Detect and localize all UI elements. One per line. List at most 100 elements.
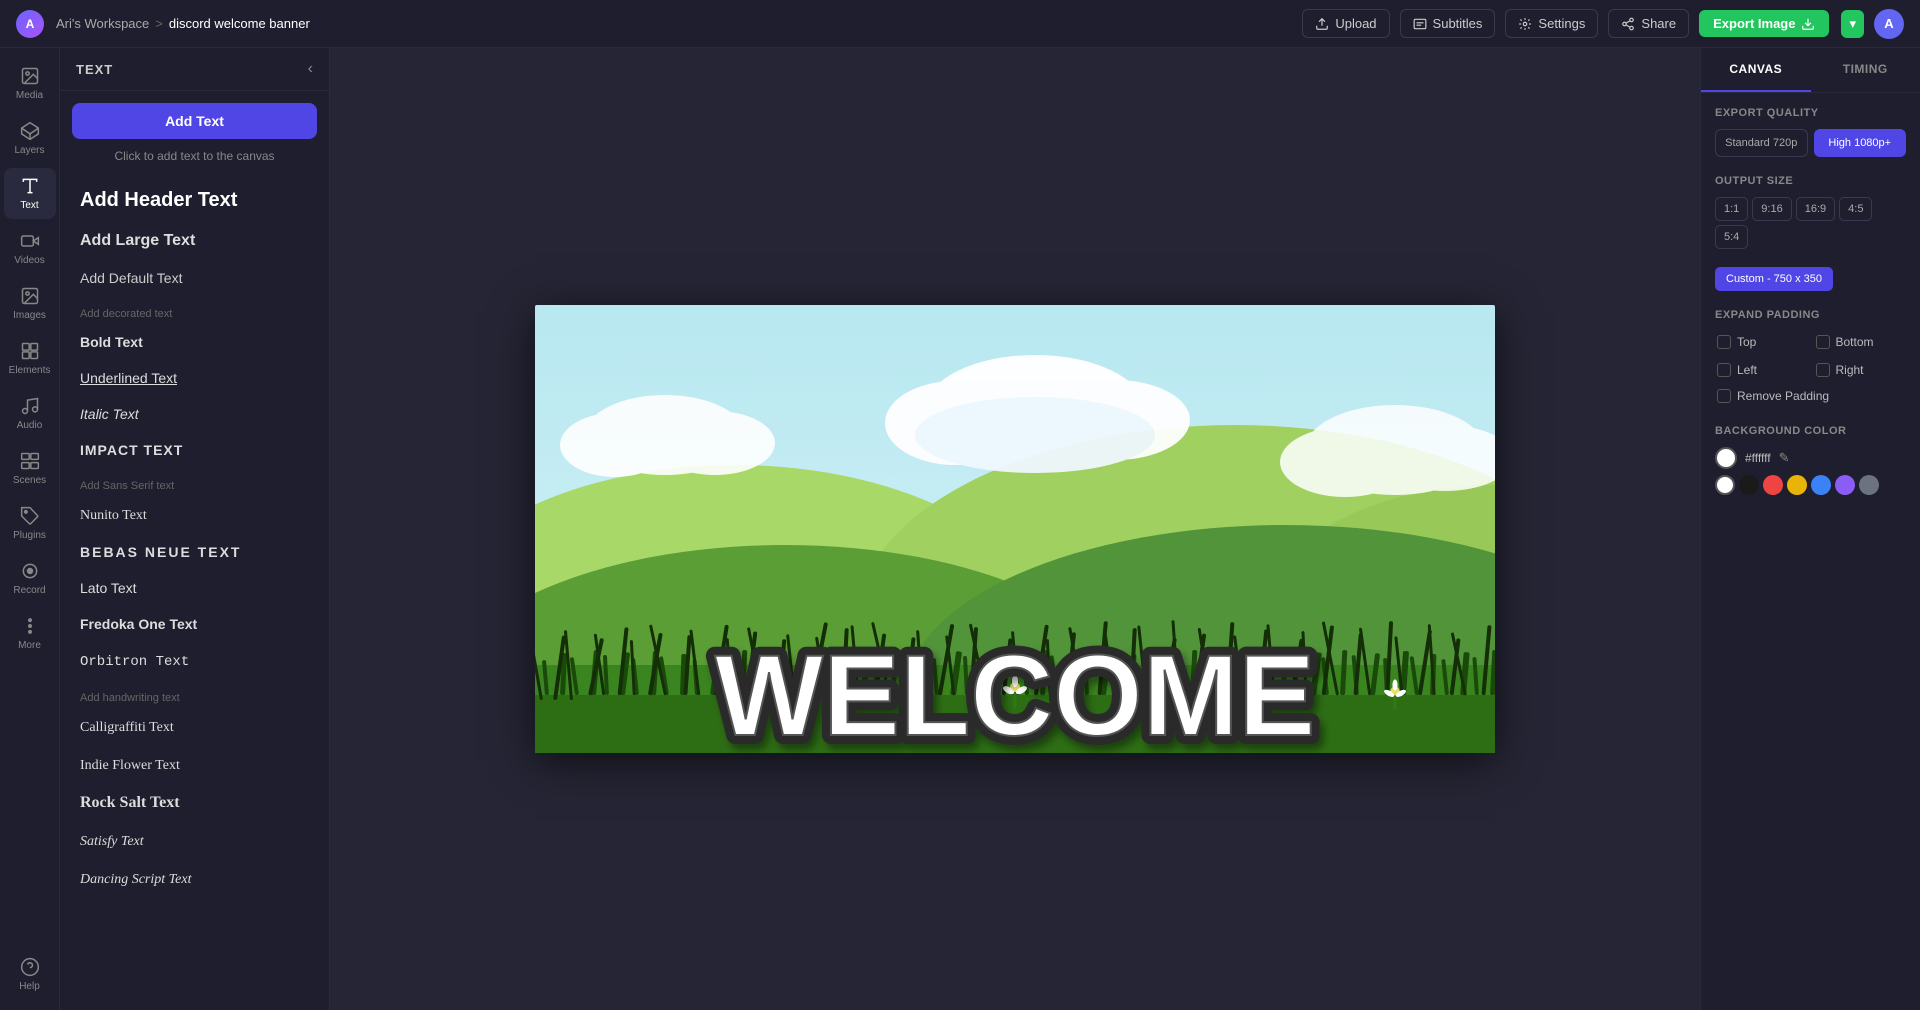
export-dropdown-button[interactable]: ▾	[1841, 10, 1864, 38]
share-button[interactable]: Share	[1608, 9, 1689, 38]
text-panel-title: TEXT	[76, 62, 113, 77]
satisfy-text-option[interactable]: Satisfy Text	[72, 822, 317, 860]
bg-color-section: #ffffff ✎	[1715, 447, 1906, 495]
sidebar-item-more[interactable]: More	[4, 608, 56, 659]
canvas-image: WELCOME WELCOME	[535, 305, 1495, 753]
quality-buttons: Standard 720p High 1080p+	[1715, 129, 1906, 157]
decorated-section-label: Add decorated text	[80, 308, 317, 320]
sidebar-item-layers[interactable]: Layers	[4, 113, 56, 164]
add-header-text-option[interactable]: Add Header Text	[72, 179, 317, 222]
quality-high-button[interactable]: High 1080p+	[1814, 129, 1907, 157]
project-name: discord welcome banner	[169, 16, 310, 31]
svg-text:WELCOME: WELCOME	[715, 632, 1316, 753]
add-text-button[interactable]: Add Text	[72, 103, 317, 139]
bebas-text-option[interactable]: BEBAS NEUE TEXT	[72, 534, 317, 570]
padding-top-label: Top	[1737, 335, 1756, 349]
padding-bottom-checkbox[interactable]	[1816, 335, 1830, 349]
sidebar-item-audio[interactable]: Audio	[4, 388, 56, 439]
remove-padding-item[interactable]: Remove Padding	[1715, 385, 1906, 407]
swatch-blue[interactable]	[1811, 475, 1831, 495]
swatch-yellow[interactable]	[1787, 475, 1807, 495]
quality-standard-button[interactable]: Standard 720p	[1715, 129, 1808, 157]
right-panel: CANVAS TIMING EXPORT QUALITY Standard 72…	[1700, 48, 1920, 1010]
swatch-black[interactable]	[1739, 475, 1759, 495]
dancing-text-option[interactable]: Dancing Script Text	[72, 860, 317, 898]
bg-color-label: BACKGROUND COLOR	[1715, 425, 1906, 437]
text-panel-content: Add Text Click to add text to the canvas…	[60, 91, 329, 1010]
underlined-text-option[interactable]: Underlined Text	[72, 360, 317, 396]
rock-text-option[interactable]: Rock Salt Text	[72, 784, 317, 822]
bg-color-picker[interactable]	[1715, 447, 1737, 469]
sans-serif-section-label: Add Sans Serif text	[80, 480, 317, 492]
swatch-white[interactable]	[1715, 475, 1735, 495]
tab-canvas[interactable]: CANVAS	[1701, 48, 1811, 92]
orbitron-text-option[interactable]: Orbitron Text	[72, 642, 317, 680]
sidebar-item-scenes[interactable]: Scenes	[4, 443, 56, 494]
sidebar-item-text[interactable]: Text	[4, 168, 56, 219]
settings-button[interactable]: Settings	[1505, 9, 1598, 38]
sidebar-item-plugins[interactable]: Plugins	[4, 498, 56, 549]
size-5-4-button[interactable]: 5:4	[1715, 225, 1748, 249]
breadcrumb-separator: >	[155, 16, 163, 31]
main-layout: Media Layers Text Videos Images Elements…	[0, 48, 1920, 1010]
text-panel: TEXT ‹ Add Text Click to add text to the…	[60, 48, 330, 1010]
swatch-purple[interactable]	[1835, 475, 1855, 495]
export-image-button[interactable]: Export Image	[1699, 10, 1829, 37]
padding-top-checkbox[interactable]	[1717, 335, 1731, 349]
bg-color-hex: #ffffff	[1745, 451, 1771, 465]
subtitles-button[interactable]: Subtitles	[1400, 9, 1496, 38]
remove-padding-label: Remove Padding	[1737, 389, 1829, 403]
swatch-gray[interactable]	[1859, 475, 1879, 495]
remove-padding-checkbox[interactable]	[1717, 389, 1731, 403]
add-default-text-option[interactable]: Add Default Text	[72, 260, 317, 296]
user-avatar[interactable]: A	[1874, 9, 1904, 39]
app-logo: A	[16, 10, 44, 38]
bg-color-row: #ffffff ✎	[1715, 447, 1906, 469]
bold-text-option[interactable]: Bold Text	[72, 324, 317, 360]
sidebar-item-help[interactable]: Help	[4, 949, 56, 1000]
padding-bottom-item[interactable]: Bottom	[1814, 331, 1907, 353]
sidebar-item-media[interactable]: Media	[4, 58, 56, 109]
calli-text-option[interactable]: Calligraffiti Text	[72, 708, 317, 746]
topbar: A Ari's Workspace > discord welcome bann…	[0, 0, 1920, 48]
handwriting-section-label: Add handwriting text	[80, 692, 317, 704]
indie-text-option[interactable]: Indie Flower Text	[72, 746, 317, 784]
sidebar-item-elements[interactable]: Elements	[4, 333, 56, 384]
padding-right-item[interactable]: Right	[1814, 359, 1907, 381]
impact-text-option[interactable]: Impact Text	[72, 432, 317, 468]
icon-sidebar: Media Layers Text Videos Images Elements…	[0, 48, 60, 1010]
size-9-16-button[interactable]: 9:16	[1752, 197, 1791, 221]
nunito-text-option[interactable]: Nunito Text	[72, 496, 317, 534]
size-16-9-button[interactable]: 16:9	[1796, 197, 1835, 221]
size-buttons: 1:1 9:16 16:9 4:5 5:4	[1715, 197, 1906, 249]
right-panel-body: EXPORT QUALITY Standard 720p High 1080p+…	[1701, 93, 1920, 1010]
fredoka-text-option[interactable]: Fredoka One Text	[72, 606, 317, 642]
output-size-label: OUTPUT SIZE	[1715, 175, 1906, 187]
tab-timing[interactable]: TIMING	[1811, 48, 1920, 92]
italic-text-option[interactable]: Italic Text	[72, 396, 317, 432]
custom-size-button[interactable]: Custom - 750 x 350	[1715, 267, 1833, 291]
add-large-text-option[interactable]: Add Large Text	[72, 222, 317, 260]
text-panel-header: TEXT ‹	[60, 48, 329, 91]
padding-left-item[interactable]: Left	[1715, 359, 1808, 381]
sidebar-item-record[interactable]: Record	[4, 553, 56, 604]
expand-padding-label: EXPAND PADDING	[1715, 309, 1906, 321]
padding-left-checkbox[interactable]	[1717, 363, 1731, 377]
padding-bottom-label: Bottom	[1836, 335, 1874, 349]
padding-top-item[interactable]: Top	[1715, 331, 1808, 353]
collapse-panel-button[interactable]: ‹	[308, 60, 313, 78]
size-1-1-button[interactable]: 1:1	[1715, 197, 1748, 221]
upload-button[interactable]: Upload	[1302, 9, 1389, 38]
canvas-wrapper[interactable]: WELCOME WELCOME	[535, 305, 1495, 753]
workspace-link[interactable]: Ari's Workspace	[56, 16, 149, 31]
edit-color-icon[interactable]: ✎	[1779, 450, 1790, 466]
padding-grid: Top Bottom Left Right	[1715, 331, 1906, 381]
swatch-red[interactable]	[1763, 475, 1783, 495]
size-4-5-button[interactable]: 4:5	[1839, 197, 1872, 221]
color-swatches	[1715, 475, 1906, 495]
lato-text-option[interactable]: Lato Text	[72, 570, 317, 606]
padding-section: Top Bottom Left Right	[1715, 331, 1906, 407]
sidebar-item-videos[interactable]: Videos	[4, 223, 56, 274]
padding-right-checkbox[interactable]	[1816, 363, 1830, 377]
sidebar-item-images[interactable]: Images	[4, 278, 56, 329]
